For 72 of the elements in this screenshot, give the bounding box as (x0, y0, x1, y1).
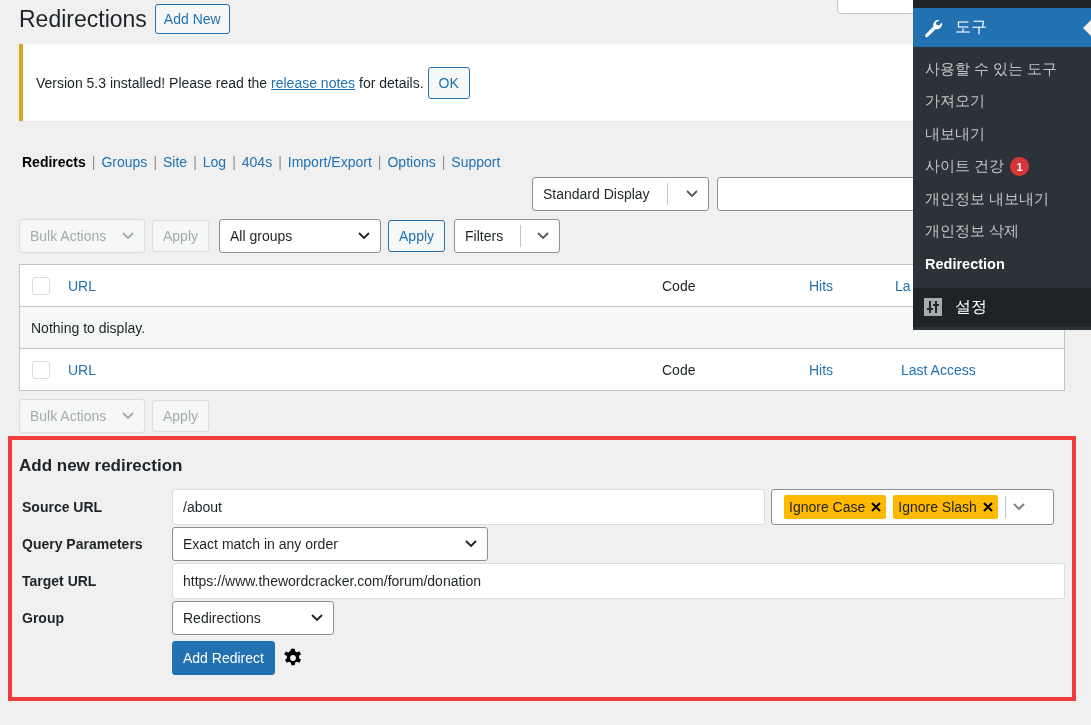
subnav-link[interactable]: Groups (101, 154, 148, 170)
menu-item[interactable]: 사이트 건강 1 (913, 150, 1091, 183)
target-url-field[interactable]: https://www.thewordcracker.com/forum/donation (172, 563, 1065, 599)
flag-tag[interactable]: Ignore Case (784, 495, 887, 519)
add-redirect-button[interactable]: Add Redirect (172, 641, 275, 675)
menu-item[interactable]: 개인정보 내보내기 (913, 183, 1091, 216)
chevron-icon (1012, 503, 1025, 511)
column-header[interactable]: La (895, 277, 911, 294)
group-select[interactable]: Redirections (172, 601, 334, 635)
checkbox[interactable] (32, 360, 50, 379)
group-select[interactable]: All groups (219, 219, 382, 253)
menu-item[interactable]: 가져오기 (913, 85, 1091, 118)
page-title: Redirections (19, 5, 147, 33)
separator: | (193, 154, 197, 170)
subnav-link[interactable]: Import/Export (287, 154, 372, 170)
column-header[interactable]: Hits (809, 277, 834, 294)
subnav-link[interactable]: Redirects (22, 154, 86, 170)
chevron-icon (122, 412, 134, 420)
pointer-icon (1083, 18, 1091, 38)
field-label: Group (21, 610, 65, 626)
column-header: Code (662, 361, 696, 378)
menu-item[interactable]: 내보내기 (913, 118, 1091, 151)
subnav-link[interactable]: Log (202, 154, 227, 170)
subnav-link[interactable]: Site (163, 154, 188, 170)
close-icon[interactable] (871, 502, 882, 512)
count-badge: 1 (1010, 157, 1030, 177)
ok-button[interactable]: OK (427, 66, 470, 99)
column-header[interactable]: URL (68, 361, 96, 378)
menu-item[interactable]: 사용할 수 있는 도구 (913, 53, 1091, 86)
flags-select[interactable]: Ignore Case Ignore Slash (771, 489, 1054, 525)
form-title: Add new redirection (19, 456, 184, 476)
release-notes-link[interactable]: release notes (271, 74, 356, 91)
apply-button[interactable]: Apply (388, 220, 446, 252)
separator: | (91, 154, 96, 170)
flag-tag[interactable]: Ignore Slash (893, 495, 998, 519)
column-header[interactable]: URL (68, 277, 96, 294)
separator: | (377, 154, 382, 170)
chevron-icon (358, 232, 371, 240)
subnav-link[interactable]: Options (387, 154, 436, 170)
settings-icon[interactable] (282, 648, 303, 668)
menu-item[interactable]: 개인정보 삭제 (913, 215, 1091, 248)
field-label: Source URL (21, 499, 104, 515)
column-header[interactable]: Last Access (901, 361, 976, 378)
sliders-icon (923, 297, 943, 317)
separator: | (232, 154, 236, 170)
menu-header[interactable]: 도구 (913, 8, 1091, 47)
separator: | (441, 154, 446, 170)
separator: | (278, 154, 282, 170)
column-header[interactable]: Hits (809, 361, 834, 378)
source-url-field[interactable]: /about (172, 489, 765, 525)
menu-item[interactable]: 설정 (913, 287, 1091, 327)
checkbox[interactable] (32, 276, 50, 295)
filters-select[interactable]: Filters (454, 219, 561, 253)
chevron-icon (537, 232, 550, 240)
field-label: Query Parameters (21, 536, 144, 552)
chevron-icon (311, 614, 323, 622)
chevron-icon (465, 540, 477, 548)
wrench-icon (923, 17, 943, 38)
empty-message: Nothing to display. (31, 319, 146, 336)
subnav-link[interactable]: Support (451, 154, 501, 170)
subnav-link[interactable]: 404s (241, 154, 273, 170)
column-header: Code (662, 277, 696, 294)
add-new-button[interactable]: Add New (154, 4, 230, 34)
menu-item[interactable]: Redirection (913, 248, 1091, 281)
query-select[interactable]: Exact match in any order (172, 527, 488, 561)
close-icon[interactable] (982, 502, 993, 512)
chevron-icon (686, 190, 698, 198)
notice-text: Version 5.3 installed! Please read the release notes for details. (36, 74, 424, 91)
display-select[interactable]: Standard Display (532, 177, 709, 211)
chevron-icon (122, 232, 134, 240)
separator: | (153, 154, 157, 170)
field-label: Target URL (21, 573, 98, 589)
